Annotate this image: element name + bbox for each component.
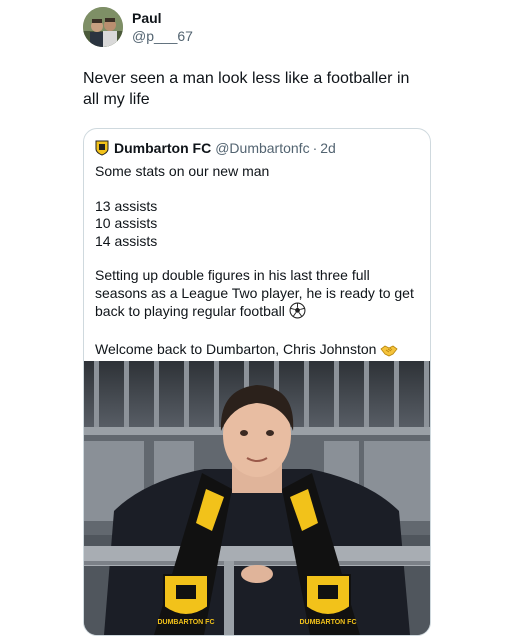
quoted-timestamp[interactable]: 2d [320,140,336,156]
tweet-photo[interactable]: DUMBARTON FC DUMBARTON FC [84,361,430,635]
quoted-tweet[interactable]: Dumbarton FC @Dumbartonfc · 2d Some stat… [83,128,431,636]
scarf-text-left: DUMBARTON FC [157,619,214,626]
assist-stat: 10 assists [95,215,158,231]
scarf-crest-left [163,574,209,616]
assist-stat: 13 assists [95,197,158,214]
author-handle[interactable]: @p___67 [132,28,193,44]
tweet-text: Never seen a man look less like a footba… [83,70,410,108]
football-icon [289,302,306,324]
quoted-author-name[interactable]: Dumbarton FC [114,140,211,156]
separator: · [312,140,318,156]
handshake-icon [380,343,398,362]
quoted-line-intro: Some stats on our new man [95,163,270,179]
welcome-line: Welcome back to Dumbarton, Chris Johnsto… [95,340,377,357]
quoted-tweet-body: Some stats on our new man 13 assists 10 … [95,163,420,361]
assist-stat: 14 assists [95,232,158,249]
quoted-author-handle[interactable]: @Dumbartonfc [215,140,309,156]
author-name[interactable]: Paul [132,10,162,26]
avatar[interactable] [83,7,123,47]
quoted-paragraph: Setting up double figures in his last th… [95,267,414,319]
quoted-tweet-header: Dumbarton FC @Dumbartonfc · 2d [95,140,336,156]
scarf-text-right: DUMBARTON FC [299,619,356,626]
scarf-crest-right [305,574,351,616]
club-crest-icon [95,140,109,156]
